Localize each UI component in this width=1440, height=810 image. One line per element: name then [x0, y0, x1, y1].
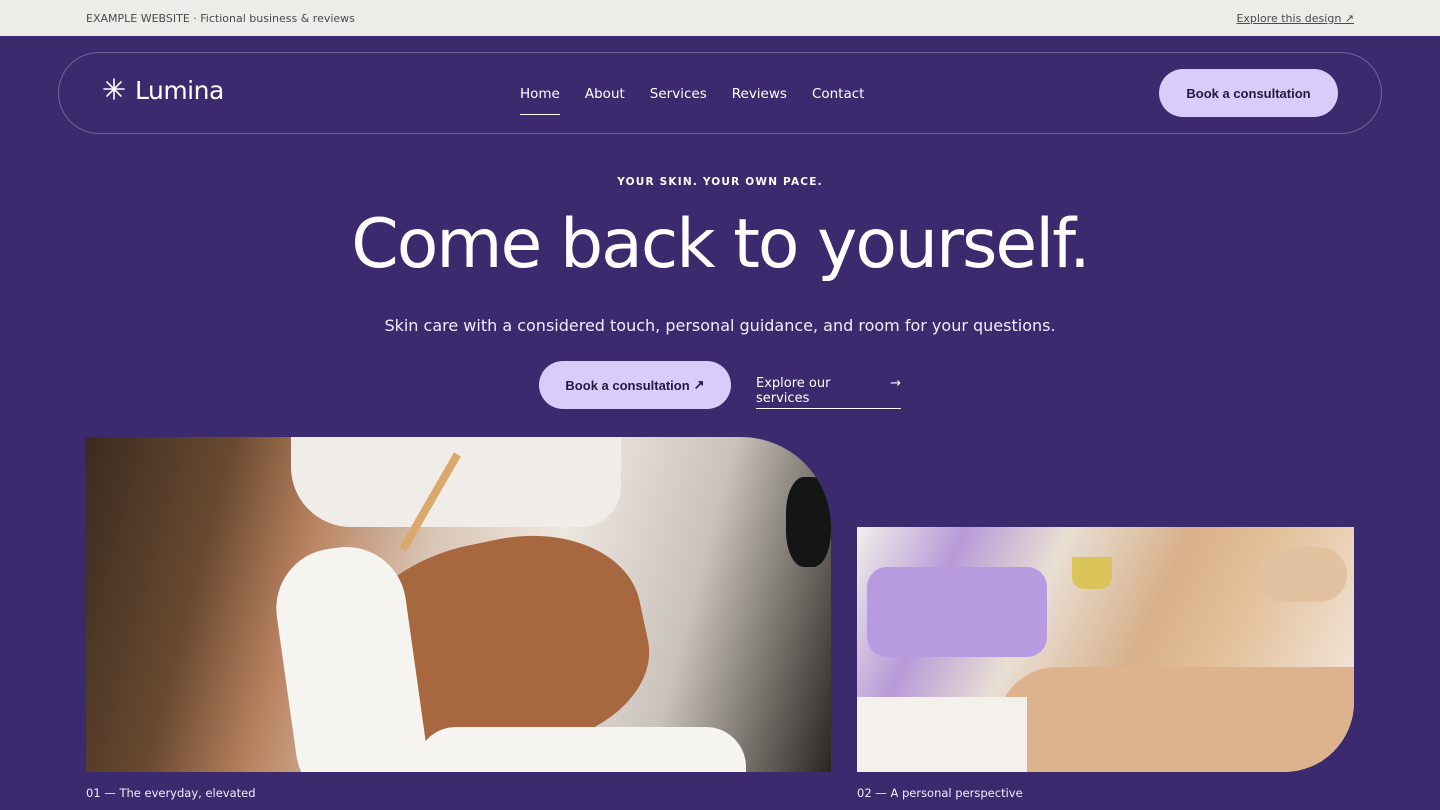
hero-eyebrow: YOUR SKIN. YOUR OWN PACE. [617, 176, 823, 188]
nav-menu: Home About Services Reviews Contact [520, 53, 864, 135]
arrow-right-icon: → [890, 376, 901, 391]
nav-item-contact[interactable]: Contact [812, 80, 865, 108]
nav-item-services[interactable]: Services [650, 80, 707, 108]
arrow-up-right-icon: ↗ [693, 377, 705, 392]
nav-item-about[interactable]: About [585, 80, 625, 108]
gallery-caption: 02 — A personal perspective [857, 786, 1023, 800]
hero-subheading: Skin care with a considered touch, perso… [384, 316, 1056, 335]
hero-headline: Come back to yourself. [351, 205, 1091, 284]
announcement-bar: EXAMPLE WEBSITE · Fictional business & r… [0, 0, 1440, 36]
nav-item-home[interactable]: Home [520, 80, 560, 115]
explore-services-link[interactable]: Explore our services → [756, 376, 901, 409]
announcement-text: EXAMPLE WEBSITE · Fictional business & r… [86, 11, 355, 25]
facial-treatment-photo [86, 437, 831, 772]
brand-name: Lumina [135, 76, 224, 105]
hero-book-consultation-button[interactable]: Book a consultation ↗ [539, 361, 731, 409]
hero-cta-label: Book a consultation [565, 377, 690, 393]
explore-services-label: Explore our services [756, 376, 831, 406]
nav-book-consultation-button[interactable]: Book a consultation [1159, 69, 1338, 117]
sparkle-icon [103, 77, 125, 104]
main-navigation: Lumina Home About Services Reviews Conta… [58, 52, 1382, 134]
explore-design-link[interactable]: Explore this design ↗ [1236, 12, 1354, 25]
massage-treatment-photo [857, 527, 1354, 772]
logo[interactable]: Lumina [103, 76, 224, 105]
gallery-caption: 01 — The everyday, elevated [86, 786, 256, 800]
nav-item-reviews[interactable]: Reviews [732, 80, 787, 108]
